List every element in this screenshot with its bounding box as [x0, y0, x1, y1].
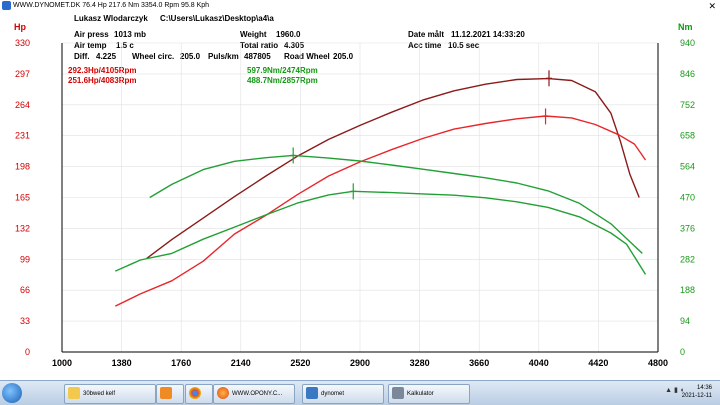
clock-time: 14:36 — [696, 385, 712, 391]
taskbar-item-calculator[interactable]: Kalkulator — [388, 384, 470, 404]
chrome-icon — [189, 387, 201, 400]
series-line-2 — [114, 115, 647, 307]
dynomet-app-icon — [2, 1, 11, 10]
taskbar-item-label: Kalkulator — [407, 391, 434, 397]
left-tick-label: 264 — [15, 100, 30, 110]
x-tick-label: 2520 — [290, 358, 310, 368]
right-tick-label: 188 — [680, 285, 695, 295]
left-tick-label: 165 — [15, 193, 30, 203]
left-tick-label: 66 — [20, 285, 30, 295]
taskbar-item-folder[interactable]: 30bwed kelf — [64, 384, 156, 404]
left-tick-label: 132 — [15, 223, 30, 233]
taskbar-item-label: 30bwed kelf — [83, 391, 116, 397]
left-tick-label: 33 — [20, 316, 30, 326]
media-player-icon — [160, 387, 172, 400]
x-tick-label: 1760 — [171, 358, 191, 368]
left-tick-label: 198 — [15, 162, 30, 172]
left-tick-label: 99 — [20, 254, 30, 264]
right-tick-label: 846 — [680, 69, 695, 79]
x-tick-label: 4800 — [648, 358, 668, 368]
x-tick-label: 4040 — [529, 358, 549, 368]
taskbar-item-firefox[interactable]: WWW.OPONY.C... — [213, 384, 295, 404]
series-line-1 — [146, 77, 640, 259]
windows-start-orb[interactable] — [2, 383, 22, 403]
x-tick-label: 1000 — [52, 358, 72, 368]
right-tick-label: 282 — [680, 254, 695, 264]
x-tick-label: 3660 — [469, 358, 489, 368]
right-tick-label: 376 — [680, 223, 695, 233]
right-tick-label: 752 — [680, 100, 695, 110]
taskbar-item-label: WWW.OPONY.C... — [232, 391, 283, 397]
right-tick-label: 940 — [680, 38, 695, 48]
left-tick-label: 330 — [15, 38, 30, 48]
x-tick-label: 1380 — [112, 358, 132, 368]
left-tick-label: 0 — [25, 347, 30, 357]
right-tick-label: 470 — [680, 193, 695, 203]
x-tick-label: 3280 — [410, 358, 430, 368]
left-tick-label: 297 — [15, 69, 30, 79]
close-icon[interactable]: ✕ — [708, 0, 716, 12]
x-tick-label: 2140 — [231, 358, 251, 368]
power-torque-chart: 1000 1380 1760 2140 2520 2900 3280 3660 4040 4420… — [15, 38, 695, 368]
left-tick-label: 231 — [15, 131, 30, 141]
x-tick-label: 4420 — [588, 358, 608, 368]
clock-date: 2021-12-11 — [681, 393, 712, 399]
dyno-chart-area: Lukasz Wlodarczyk C:\Users\Lukasz\Deskto… — [0, 12, 720, 372]
right-tick-label: 564 — [680, 162, 695, 172]
dynomet-icon — [306, 387, 318, 400]
right-tick-label: 94 — [680, 316, 690, 326]
series-line-4 — [115, 190, 647, 275]
window-title: WWW.DYNOMET.DK 76.4 Hp 217.6 Nm 3354.0 R… — [13, 2, 210, 9]
taskbar-item-media[interactable] — [156, 384, 184, 404]
firefox-icon — [217, 387, 229, 400]
taskbar-item-label: dynomet — [321, 391, 345, 397]
x-tick-label: 2900 — [350, 358, 370, 368]
taskbar-item-chrome[interactable] — [185, 384, 213, 404]
clock[interactable]: 14:36 2021-12-11 — [682, 384, 712, 400]
taskbar-item-dynomet[interactable]: dynomet — [302, 384, 384, 404]
taskbar: 30bwed kelf WWW.OPONY.C... dynomet Kalku… — [0, 380, 720, 405]
calculator-icon — [392, 387, 404, 400]
folder-icon — [68, 387, 80, 400]
right-tick-label: 658 — [680, 131, 695, 141]
right-tick-label: 0 — [680, 347, 685, 357]
